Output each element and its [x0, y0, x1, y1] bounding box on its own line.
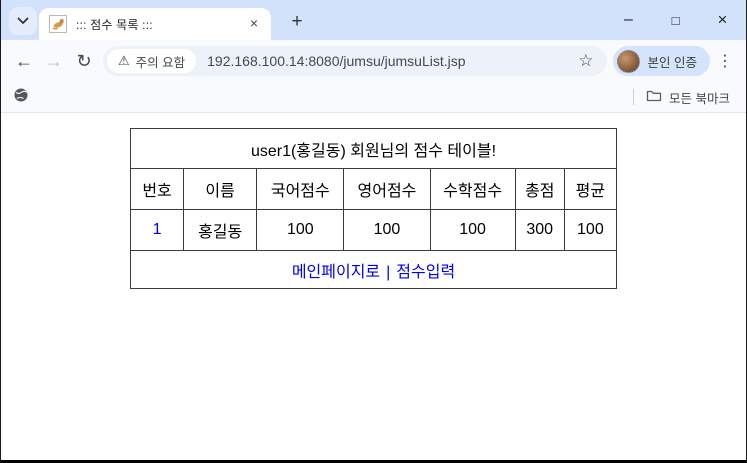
tomcat-favicon-icon	[49, 15, 67, 33]
forward-button[interactable]: →	[39, 46, 69, 76]
toolbar: ← → ↻ ⚠ 주의 요함 192.168.100.14:8080/jumsu/…	[1, 40, 746, 82]
window-controls: – □ ×	[605, 0, 746, 40]
bookmarks-bar: 모든 북마크	[1, 82, 746, 113]
security-chip[interactable]: ⚠ 주의 요함	[107, 49, 197, 73]
bookmark-item[interactable]	[13, 87, 29, 108]
score-input-link[interactable]: 점수입력	[396, 264, 455, 281]
url-text[interactable]: 192.168.100.14:8080/jumsu/jumsuList.jsp	[207, 53, 569, 69]
avatar	[616, 49, 640, 73]
header-average: 평균	[563, 168, 618, 210]
cell-english: 100	[343, 209, 431, 251]
browser-window: ::: 점수 목록 ::: × + – □ × ← → ↻ ⚠ 주의 요함 19…	[0, 0, 747, 463]
cell-korean: 100	[256, 209, 345, 251]
header-korean: 국어점수	[256, 168, 345, 210]
warning-icon: ⚠	[118, 53, 130, 68]
address-bar[interactable]: ⚠ 주의 요함 192.168.100.14:8080/jumsu/jumsuL…	[103, 46, 607, 76]
active-tab[interactable]: ::: 점수 목록 ::: ×	[39, 8, 271, 40]
score-table: user1(홍길동) 회원님의 점수 테이블! 번호 이름 국어점수 영어점수 …	[129, 128, 618, 289]
footer-separator: |	[386, 263, 391, 281]
header-number: 번호	[129, 168, 185, 210]
chevron-down-icon	[17, 12, 29, 30]
bookmark-star-icon[interactable]: ☆	[569, 51, 602, 71]
globe-icon	[13, 87, 29, 108]
header-name: 이름	[183, 168, 258, 210]
tab-title: ::: 점수 목록 :::	[76, 17, 153, 32]
profile-label: 본인 인증	[647, 55, 697, 70]
profile-chip[interactable]: 본인 인증	[612, 46, 710, 76]
row-number-link[interactable]: 1	[153, 221, 162, 238]
browser-menu-icon[interactable]: ⋮	[712, 46, 738, 76]
cell-total: 300	[514, 209, 565, 251]
all-bookmarks-label: 모든 북마크	[669, 91, 730, 106]
header-math: 수학점수	[429, 168, 516, 210]
page-content: user1(홍길동) 회원님의 점수 테이블! 번호 이름 국어점수 영어점수 …	[1, 113, 746, 459]
titlebar: ::: 점수 목록 ::: × + – □ ×	[1, 0, 746, 40]
table-row: 1 홍길동 100 100 100 300 100	[129, 209, 618, 251]
refresh-button[interactable]: ↻	[69, 46, 99, 76]
minimize-button[interactable]: –	[605, 0, 652, 40]
maximize-button[interactable]: □	[652, 0, 699, 40]
all-bookmarks-button[interactable]: 모든 북마크	[646, 88, 734, 107]
cell-name: 홍길동	[183, 209, 258, 251]
security-chip-label: 주의 요함	[135, 55, 186, 70]
back-button[interactable]: ←	[9, 46, 39, 76]
table-header-row: 번호 이름 국어점수 영어점수 수학점수 총점 평균	[129, 168, 618, 210]
main-page-link[interactable]: 메인페이지로	[292, 264, 380, 281]
folder-icon	[646, 89, 662, 106]
tab-search-button[interactable]	[9, 7, 37, 35]
cell-math: 100	[429, 209, 516, 251]
table-title: user1(홍길동) 회원님의 점수 테이블!	[130, 128, 617, 169]
header-english: 영어점수	[343, 168, 431, 210]
new-tab-button[interactable]: +	[283, 9, 311, 37]
table-footer-row: 메인페이지로 | 점수입력	[130, 250, 617, 289]
tab-close-icon[interactable]: ×	[245, 15, 263, 33]
close-button[interactable]: ×	[699, 0, 746, 40]
cell-average: 100	[563, 209, 618, 251]
table-title-row: user1(홍길동) 회원님의 점수 테이블!	[130, 128, 617, 169]
header-total: 총점	[514, 168, 565, 210]
bookmarks-divider	[633, 89, 635, 105]
